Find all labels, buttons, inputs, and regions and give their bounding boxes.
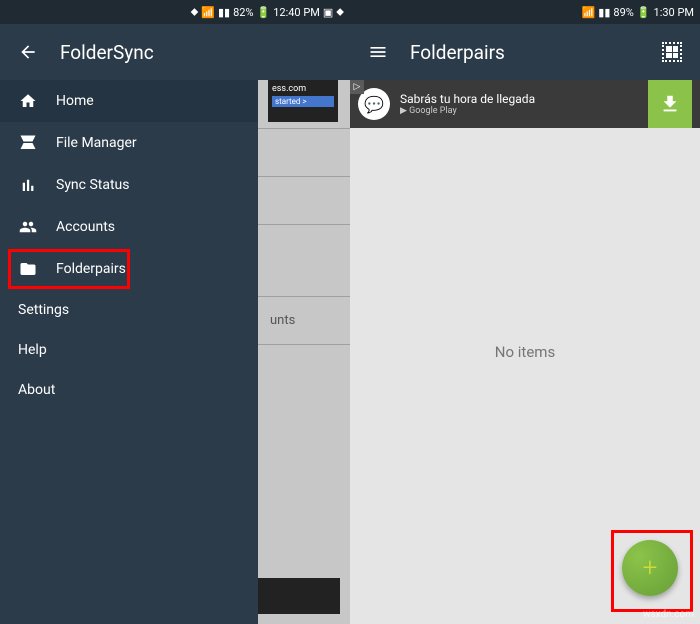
battery-percent: 82% <box>233 6 253 19</box>
ad-fragment: ess.com started > <box>268 80 338 122</box>
hamburger-icon <box>368 42 388 62</box>
wifi-icon: 📶 <box>201 6 215 19</box>
battery-icon: 🔋 <box>257 6 271 19</box>
app-title: Folderpairs <box>410 41 640 64</box>
dropbox-icon: ⬥ <box>191 5 199 19</box>
users-icon <box>18 217 38 237</box>
status-bar: ⬥ 📶 ▮▮ 82% 🔋 12:40 PM ▣ ⬥ <box>0 0 350 24</box>
nav-item-folderpairs[interactable]: Folderpairs <box>0 248 258 290</box>
nav-item-file-manager[interactable]: File Manager <box>0 122 258 164</box>
nav-item-accounts[interactable]: Accounts <box>0 206 258 248</box>
ad-banner[interactable]: ▷ 💬 Sabrás tu hora de llegada ▶ Google P… <box>350 80 700 128</box>
app-bar: Folderpairs <box>350 24 700 80</box>
ad-text: Sabrás tu hora de llegada ▶ Google Play <box>400 92 638 116</box>
add-button[interactable]: + <box>622 540 678 596</box>
empty-state-text: No items <box>495 343 555 361</box>
back-button[interactable] <box>16 40 40 64</box>
status-bar: 📶 ▮▮ 89% 🔋 1:30 PM <box>350 0 700 24</box>
home-icon <box>18 91 38 111</box>
nav-label: About <box>18 382 55 398</box>
battery-percent: 89% <box>613 6 633 19</box>
app-title: FolderSync <box>60 41 334 64</box>
signal-icon: ▮▮ <box>598 6 610 19</box>
watermark: wsxdn.com <box>643 609 694 620</box>
status-icons: 📶 ▮▮ 89% 🔋 1:30 PM <box>582 6 694 19</box>
clock: 1:30 PM <box>654 6 694 19</box>
ad-source: ▶ Google Play <box>400 106 638 116</box>
nav-label: Folderpairs <box>56 261 126 277</box>
nav-item-about[interactable]: About <box>0 370 258 410</box>
left-screenshot: ⬥ 📶 ▮▮ 82% 🔋 12:40 PM ▣ ⬥ FolderSync ess… <box>0 0 350 624</box>
signal-icon: ▮▮ <box>218 6 230 19</box>
bg-button <box>258 578 340 614</box>
cast-icon: ▣ <box>323 6 333 19</box>
clock: 12:40 PM <box>273 6 320 19</box>
nav-label: Settings <box>18 302 69 318</box>
grid-icon <box>662 42 682 62</box>
battery-icon: 🔋 <box>637 6 651 19</box>
nav-label: Help <box>18 342 47 358</box>
app-bar: FolderSync <box>0 24 350 80</box>
wifi-icon: 📶 <box>582 6 596 19</box>
dropbox-icon-2: ⬥ <box>336 5 344 19</box>
download-icon <box>659 93 681 115</box>
nav-label: File Manager <box>56 135 137 151</box>
main-content: ▷ 💬 Sabrás tu hora de llegada ▶ Google P… <box>350 80 700 624</box>
drive-icon <box>18 133 38 153</box>
ad-download-button[interactable] <box>648 80 692 128</box>
nav-label: Home <box>56 93 94 109</box>
nav-item-settings[interactable]: Settings <box>0 290 258 330</box>
status-icons: ⬥ 📶 ▮▮ 82% 🔋 12:40 PM ▣ ⬥ <box>191 5 344 19</box>
grid-view-button[interactable] <box>660 40 684 64</box>
nav-item-help[interactable]: Help <box>0 330 258 370</box>
chart-icon <box>18 175 38 195</box>
folder-icon <box>18 259 38 279</box>
plus-icon: + <box>643 553 658 583</box>
menu-button[interactable] <box>366 40 390 64</box>
nav-label: Accounts <box>56 219 115 235</box>
nav-label: Sync Status <box>56 177 130 193</box>
ad-close-icon[interactable]: ▷ <box>350 80 364 94</box>
navigation-drawer: Home File Manager Sync Status Accounts F… <box>0 80 258 624</box>
nav-item-sync-status[interactable]: Sync Status <box>0 164 258 206</box>
arrow-back-icon <box>18 42 38 62</box>
nav-item-home[interactable]: Home <box>0 80 258 122</box>
right-screenshot: 📶 ▮▮ 89% 🔋 1:30 PM Folderpairs ▷ 💬 Sabrá… <box>350 0 700 624</box>
